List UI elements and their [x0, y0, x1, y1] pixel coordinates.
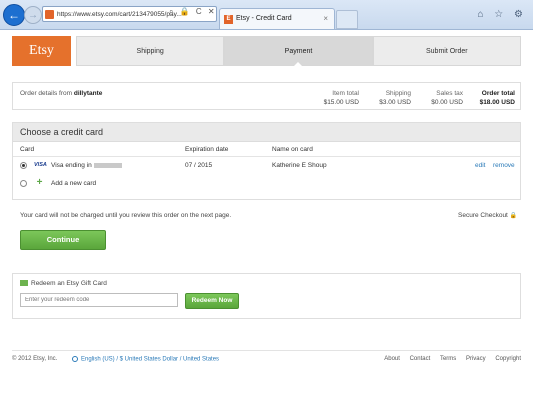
gift-card-title-text: Redeem an Etsy Gift Card [31, 280, 107, 287]
column-card: Card [20, 146, 35, 153]
order-summary: Order details from dillytante Item total… [12, 82, 521, 110]
address-bar-icons[interactable]: ⌕ 🔒 C ✕ [169, 7, 217, 17]
new-tab-button[interactable] [336, 10, 358, 29]
footer-link-terms[interactable]: Terms [440, 356, 456, 362]
card-radio[interactable] [20, 162, 27, 169]
etsy-logo[interactable]: Etsy [12, 36, 71, 66]
order-total: Order total $18.00 USD [465, 89, 515, 107]
item-total-label: Item total [332, 90, 359, 97]
continue-button[interactable]: Continue [20, 230, 106, 250]
globe-icon [72, 356, 78, 362]
add-card-label[interactable]: Add a new card [51, 180, 96, 187]
order-from: Order details from dillytante [20, 90, 102, 97]
gift-card-icon [20, 280, 28, 287]
saved-card-row[interactable]: VISA Visa ending in 07 / 2015 Katherine … [13, 157, 520, 175]
order-from-label: Order details from [20, 90, 73, 97]
footer: © 2012 Etsy, Inc. English (US) / $ Unite… [12, 350, 521, 365]
etsy-favicon-icon [45, 10, 54, 19]
card-expiration: 07 / 2015 [185, 162, 213, 169]
shipping-value: $3.00 USD [379, 99, 411, 106]
order-total-value: $18.00 USD [479, 99, 515, 106]
etsy-favicon-icon: E [224, 15, 233, 24]
footer-link-copyright[interactable]: Copyright [495, 356, 521, 362]
shipping-cost: Shipping $3.00 USD [363, 89, 411, 107]
tab-etsy-credit-card[interactable]: E Etsy - Credit Card × [219, 8, 335, 29]
close-tab-icon[interactable]: × [323, 9, 328, 29]
visa-icon: VISA [34, 162, 47, 168]
shipping-label: Shipping [385, 90, 411, 97]
step-submit-order: Submit Order [372, 36, 521, 66]
footer-link-privacy[interactable]: Privacy [466, 356, 486, 362]
remove-card-link[interactable]: remove [493, 162, 515, 169]
footer-links: About Contact Terms Privacy Copyright [376, 356, 521, 362]
step-shipping: Shipping [76, 36, 225, 66]
credit-card-header: Choose a credit card [13, 123, 520, 142]
locale-text: English (US) / $ United States Dollar / … [81, 356, 220, 363]
card-label: Visa ending in [51, 162, 92, 169]
secure-checkout-label: Secure Checkout [458, 212, 508, 219]
lock-icon: 🔒 [509, 213, 518, 219]
item-total-value: $15.00 USD [323, 99, 359, 106]
sales-tax-label: Sales tax [436, 90, 463, 97]
arrow-left-icon: ← [8, 8, 20, 22]
browser-chrome: ← → https://www.etsy.com/cart/213479055/… [0, 0, 533, 30]
item-total: Item total $15.00 USD [311, 89, 359, 107]
charge-notice: Your card will not be charged until you … [20, 212, 232, 219]
footer-link-contact[interactable]: Contact [410, 356, 431, 362]
browser-toolbar-icons[interactable]: ⌂ ☆ ⚙ [477, 9, 527, 20]
sales-tax-value: $0.00 USD [431, 99, 463, 106]
masked-card-number [93, 162, 122, 168]
add-card-radio[interactable] [20, 180, 27, 187]
column-name: Name on card [272, 146, 313, 153]
plus-icon: + [36, 177, 43, 188]
sales-tax: Sales tax $0.00 USD [415, 89, 463, 107]
column-expiration: Expiration date [185, 146, 229, 153]
checkout-steps: Shipping Payment Submit Order [76, 36, 521, 66]
step-payment: Payment [224, 36, 373, 66]
order-total-label: Order total [481, 90, 515, 97]
gift-card-title: Redeem an Etsy Gift Card [20, 280, 107, 287]
credit-card-panel: Choose a credit card Card Expiration dat… [12, 122, 521, 200]
tab-title: Etsy - Credit Card [236, 15, 292, 22]
credit-card-columns: Card Expiration date Name on card [13, 142, 520, 157]
copyright: © 2012 Etsy, Inc. [12, 356, 58, 362]
gift-card-panel: Redeem an Etsy Gift Card Redeem Now [12, 273, 521, 319]
redeem-now-button[interactable]: Redeem Now [185, 293, 239, 309]
arrow-right-icon: → [28, 9, 38, 21]
forward-button[interactable]: → [24, 6, 42, 24]
add-card-row[interactable]: + Add a new card [13, 175, 520, 193]
locale-selector[interactable]: English (US) / $ United States Dollar / … [72, 356, 219, 363]
footer-link-about[interactable]: About [384, 356, 400, 362]
redeem-code-input[interactable] [20, 293, 178, 307]
address-url: https://www.etsy.com/cart/213479055/pay.… [57, 11, 182, 18]
shop-name[interactable]: dillytante [74, 90, 103, 97]
secure-checkout[interactable]: Secure Checkout 🔒 [458, 212, 517, 219]
back-button[interactable]: ← [3, 4, 25, 26]
card-description: Visa ending in [51, 162, 122, 169]
card-holder-name: Katherine E Shoup [272, 162, 327, 169]
edit-card-link[interactable]: edit [475, 162, 485, 169]
